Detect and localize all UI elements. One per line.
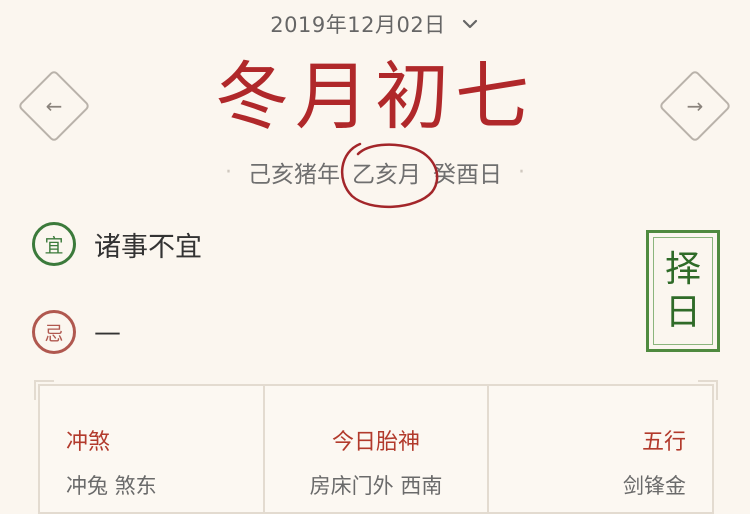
choose-day-button[interactable]: 择 日 — [646, 230, 720, 352]
info-panel: 冲煞 冲兔 煞东 今日胎神 房床门外 西南 五行 剑锋金 — [34, 380, 718, 514]
ganzhi-line: · 己亥猪年 乙亥月 癸酉日 · — [0, 152, 750, 192]
month-ganzhi: 乙亥月 — [352, 162, 421, 188]
info-label: 五行 — [642, 430, 687, 455]
date-label: 2019年12月02日 — [270, 13, 446, 37]
info-label: 今日胎神 — [332, 430, 421, 455]
avoid-row: 忌 — — [32, 310, 121, 354]
date-selector[interactable]: 2019年12月02日 — [0, 6, 750, 42]
yi-badge-icon: 宜 — [32, 222, 76, 266]
info-column-chongsha: 冲煞 冲兔 煞东 — [40, 386, 265, 512]
suitable-text: 诸事不宜 — [94, 231, 202, 263]
ji-badge-icon: 忌 — [32, 310, 76, 354]
avoid-text: — — [94, 316, 121, 348]
info-label: 冲煞 — [66, 430, 111, 455]
decor-dot: · — [518, 159, 525, 185]
day-ganzhi: 癸酉日 — [433, 162, 502, 188]
choose-day-char-2: 日 — [664, 292, 701, 333]
year-ganzhi: 己亥猪年 — [248, 162, 340, 188]
chevron-down-icon — [462, 19, 477, 29]
suitable-row: 宜 诸事不宜 — [32, 222, 202, 266]
info-column-taishen: 今日胎神 房床门外 西南 — [265, 386, 490, 512]
decor-dot: · — [225, 159, 232, 185]
info-value: 冲兔 煞东 — [66, 474, 157, 498]
choose-day-char-1: 择 — [664, 248, 701, 290]
info-column-wuxing: 五行 剑锋金 — [489, 386, 712, 512]
lunar-date-title: 冬月初七 — [215, 54, 535, 140]
info-value: 房床门外 西南 — [309, 474, 443, 498]
info-value: 剑锋金 — [623, 474, 687, 498]
